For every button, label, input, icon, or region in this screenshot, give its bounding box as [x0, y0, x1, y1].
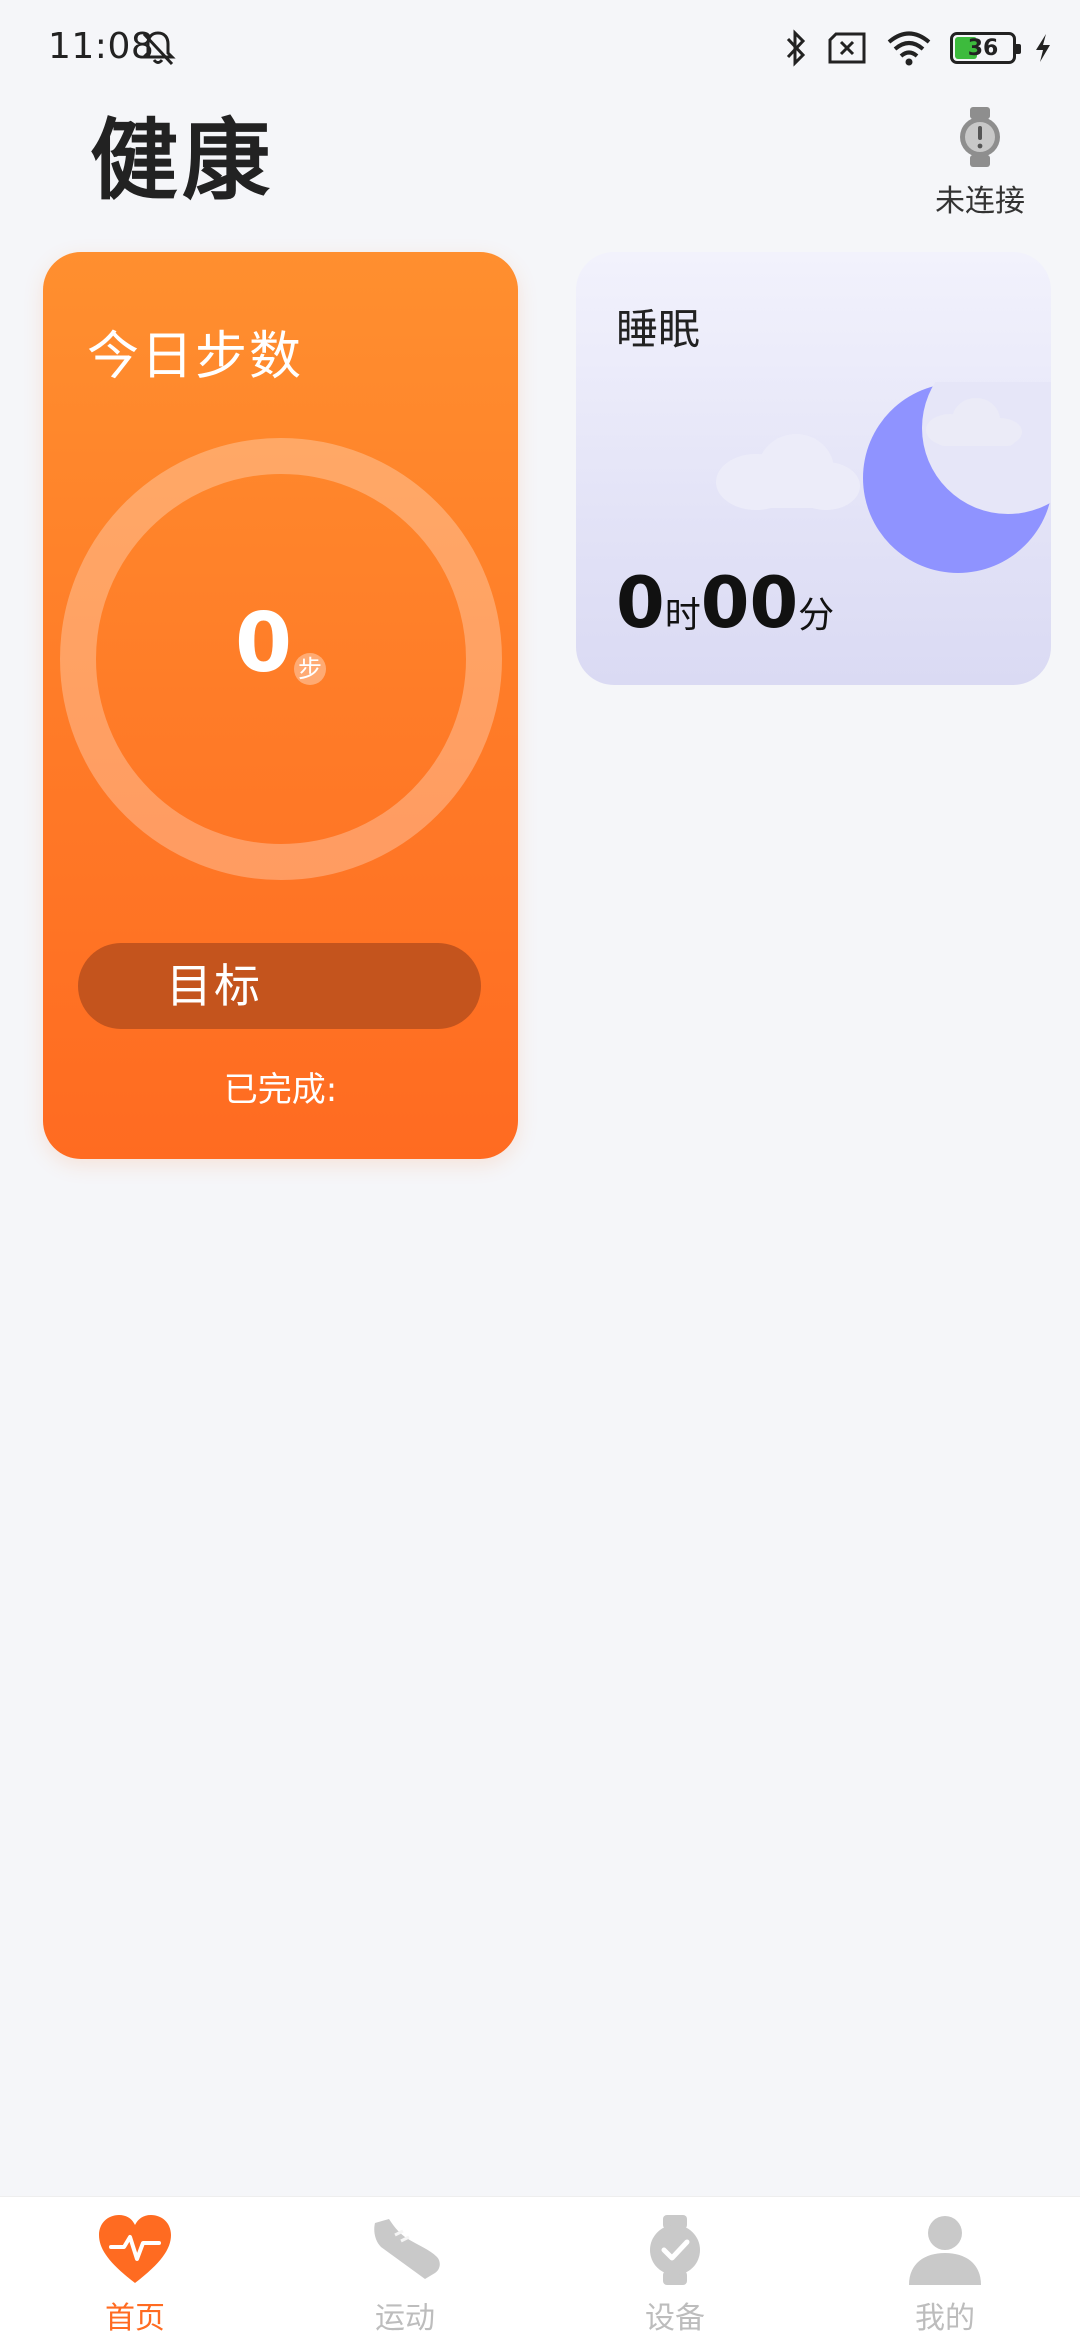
sleep-hours: 0 [616, 562, 665, 644]
status-icons: 36 [784, 26, 1052, 70]
nav-label-home: 首页 [105, 2301, 165, 2336]
battery-cap [1016, 44, 1021, 54]
steps-value-group: 0步 [43, 596, 518, 691]
page-title: 健康 [90, 109, 275, 212]
charging-icon [1036, 34, 1050, 62]
sleep-title: 睡眠 [616, 305, 701, 354]
steps-value: 0 [234, 596, 293, 691]
bottom-nav: 首页 运动 设备 我的 [0, 2196, 1080, 2340]
battery-level: 36 [967, 35, 999, 61]
cloud-icon [716, 434, 860, 510]
completed-label: 已完成: [223, 1070, 338, 1110]
sneaker-icon [374, 2219, 440, 2279]
bell-off-icon [140, 31, 176, 66]
status-bar: 11:08 36 [0, 0, 1080, 96]
steps-title: 今日步数 [87, 327, 304, 387]
nav-item-sports[interactable]: 运动 [270, 2197, 540, 2340]
device-status-button[interactable]: 未连接 [920, 106, 1040, 220]
steps-card[interactable]: 今日步数 0步 目标 已完成: [43, 252, 518, 1159]
watch-icon [960, 107, 1000, 167]
person-icon [909, 2216, 981, 2285]
steps-unit: 步 [294, 653, 327, 685]
sleep-duration: 0时00分 [616, 562, 834, 644]
sleep-hours-unit: 时 [664, 595, 701, 636]
nav-item-mine[interactable]: 我的 [810, 2197, 1080, 2340]
bluetooth-icon [786, 29, 806, 67]
goal-button[interactable]: 目标 [78, 943, 481, 1029]
sleep-card[interactable]: 睡眠 0时00分 [576, 252, 1051, 685]
wifi-icon [887, 31, 931, 66]
heart-pulse-icon [99, 2215, 171, 2283]
sleep-minutes-unit: 分 [798, 595, 835, 636]
nav-label-mine: 我的 [915, 2301, 975, 2336]
no-sim-icon [828, 32, 866, 64]
nav-label-device: 设备 [645, 2301, 705, 2336]
device-status-label: 未连接 [935, 184, 1025, 219]
nav-item-home[interactable]: 首页 [0, 2197, 270, 2340]
battery-icon: 36 [950, 32, 1021, 64]
nav-item-device[interactable]: 设备 [540, 2197, 810, 2340]
watch-check-icon [650, 2215, 700, 2285]
sleep-minutes: 00 [700, 562, 799, 644]
nav-label-sports: 运动 [375, 2301, 435, 2336]
